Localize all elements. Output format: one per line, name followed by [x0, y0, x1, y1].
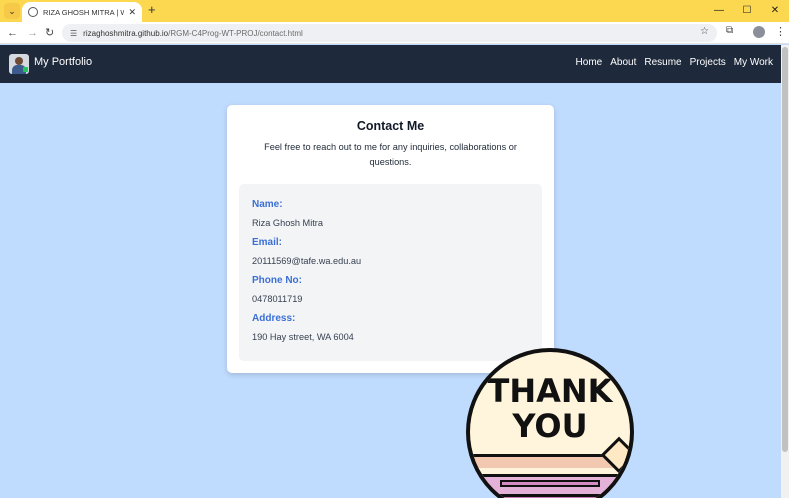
name-label: Name: [252, 199, 283, 210]
email-value: 20111569@tafe.wa.edu.au [252, 256, 362, 266]
page-title: Contact Me [356, 119, 425, 133]
new-tab-button[interactable]: + [148, 3, 156, 17]
reload-icon[interactable]: ↻ [45, 26, 54, 40]
url-text[interactable]: rizaghoshmitra.github.io/RGM-C4Prog-WT-P… [83, 29, 303, 38]
scrollbar[interactable] [781, 45, 789, 498]
url-path: /RGM-C4Prog-WT-PROJ/contact.html [168, 28, 303, 38]
brand-name[interactable]: My Portfolio [34, 56, 92, 68]
url-host: rizaghoshmitra.github.io [83, 28, 169, 38]
address-label: Address: [252, 313, 296, 324]
extensions-icon[interactable]: ⧉ [726, 25, 733, 36]
minimize-icon[interactable]: — [705, 0, 733, 22]
menu-kebab-icon[interactable]: ⋮ [775, 25, 786, 38]
address-bar[interactable]: ☰ rizaghoshmitra.github.io/RGM-C4Prog-WT… [62, 24, 717, 42]
thank-you-sticker: THANK YOU [466, 348, 634, 498]
window-controls: — ☐ ✕ [705, 0, 789, 22]
nav-link-home[interactable]: Home [576, 57, 603, 68]
browser-toolbar: ← → ↻ ☰ rizaghoshmitra.github.io/RGM-C4P… [0, 22, 789, 44]
profile-icon[interactable] [753, 26, 765, 38]
address-value: 190 Hay street, WA 6004 [252, 332, 354, 342]
globe-icon [28, 7, 38, 17]
close-icon[interactable]: ✕ [761, 0, 789, 22]
browser-tab-active[interactable]: RIZA GHOSH MITRA | Web Tech ✕ [22, 2, 142, 22]
nav-link-about[interactable]: About [610, 57, 636, 68]
scrollbar-thumb[interactable] [782, 47, 788, 452]
bookmark-star-icon[interactable]: ☆ [700, 26, 709, 37]
page-viewport: My Portfolio Home About Resume Projects … [0, 45, 781, 498]
name-value: Riza Ghosh Mitra [252, 218, 323, 228]
site-navbar: My Portfolio Home About Resume Projects … [0, 45, 781, 83]
thank-you-text: THANK YOU [484, 374, 616, 444]
browser-tabstrip: ⌄ RIZA GHOSH MITRA | Web Tech ✕ + — ☐ ✕ [0, 0, 789, 22]
nav-link-resume[interactable]: Resume [644, 57, 681, 68]
phone-label: Phone No: [252, 275, 302, 286]
maximize-icon[interactable]: ☐ [733, 0, 761, 22]
nav-links: Home About Resume Projects My Work [576, 57, 773, 68]
tab-title: RIZA GHOSH MITRA | Web Tech [43, 7, 125, 17]
avatar[interactable] [9, 54, 29, 74]
thank-you-line-1: THANK [487, 372, 613, 410]
contact-info-box: Name: Riza Ghosh Mitra Email: 20111569@t… [239, 184, 542, 361]
contact-card: Contact Me Feel free to reach out to me … [227, 105, 554, 373]
email-label: Email: [252, 237, 283, 248]
site-info-icon[interactable]: ☰ [70, 29, 77, 38]
nav-link-projects[interactable]: Projects [690, 57, 726, 68]
forward-arrow-icon[interactable]: → [27, 26, 38, 40]
phone-value: 0478011719 [252, 294, 303, 304]
back-arrow-icon[interactable]: ← [7, 26, 18, 40]
nav-link-my-work[interactable]: My Work [734, 57, 773, 68]
tab-search-icon[interactable]: ⌄ [4, 3, 20, 19]
contact-subtitle: Feel free to reach out to me for any inq… [264, 142, 517, 167]
thank-you-line-2: YOU [512, 407, 588, 445]
close-tab-icon[interactable]: ✕ [128, 7, 136, 18]
